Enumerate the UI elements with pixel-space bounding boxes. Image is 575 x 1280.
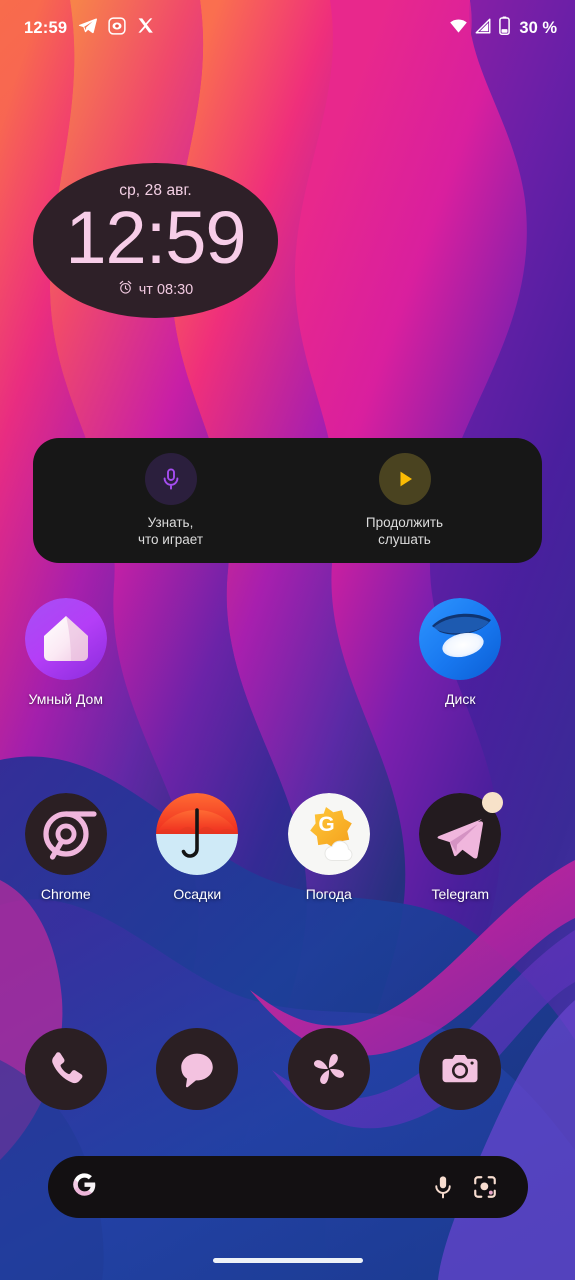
clock-alarm-row[interactable]: чт 08:30 — [118, 280, 194, 299]
now-playing-button[interactable]: Узнать, что играет — [96, 452, 246, 549]
microphone-circle — [144, 452, 197, 505]
clock-time-label: 12:59 — [65, 195, 246, 279]
umbrella-precipitation-icon — [156, 793, 239, 875]
app-label: Диск — [445, 691, 476, 707]
battery-icon — [498, 16, 511, 40]
message-bubble-icon — [181, 1053, 213, 1088]
photos-pinwheel-icon — [313, 1053, 344, 1085]
wifi-icon — [449, 16, 468, 40]
alarm-time-label: чт 08:30 — [138, 281, 194, 298]
dock-item-phone[interactable] — [0, 1028, 132, 1110]
dock-item-camera[interactable] — [395, 1028, 527, 1110]
app-row-spacer — [0, 707, 575, 793]
app-label: Telegram — [431, 886, 490, 902]
clock-widget[interactable]: ср, 28 авг. 12:59 чт 08:30 — [33, 163, 278, 318]
app-label: Осадки — [173, 886, 222, 902]
app-label: Погода — [305, 886, 352, 902]
messenger-chat-notification-icon — [108, 16, 126, 40]
app-item-weather[interactable]: G Погода — [263, 793, 395, 902]
play-circle — [378, 452, 431, 505]
navigation-bar[interactable] — [0, 1240, 575, 1280]
app-grid: Умный Дом Диск Chrome Осадки G Погода Te… — [0, 598, 575, 902]
phone-icon — [51, 1052, 83, 1084]
status-bar[interactable]: 12:59 30 % — [0, 0, 575, 56]
cellular-signal-icon — [474, 17, 492, 40]
dock-item-photos[interactable] — [263, 1028, 395, 1110]
app-label: Умный Дом — [28, 691, 103, 707]
home-screen: 12:59 30 % ср, 28 авг. 12:59 чт 08:30 Уз… — [0, 0, 575, 1280]
google-g-icon — [71, 1171, 98, 1203]
dock — [0, 1028, 575, 1110]
search-input[interactable] — [98, 1156, 422, 1218]
x-twitter-notification-icon — [137, 17, 154, 39]
continue-listening-button[interactable]: Продолжить слушать — [330, 452, 480, 549]
app-label: Chrome — [40, 886, 91, 902]
app-slot-empty-2 — [263, 598, 395, 707]
voice-search-button[interactable] — [422, 1166, 464, 1208]
app-item-telegram[interactable]: Telegram — [395, 792, 527, 902]
app-slot-empty-1 — [132, 598, 264, 707]
google-lens-button[interactable] — [464, 1166, 506, 1208]
svg-text:G: G — [318, 813, 334, 836]
home-gesture-pill[interactable] — [212, 1257, 363, 1263]
google-lens-icon — [474, 1176, 496, 1198]
app-row-2: Chrome Осадки G Погода Telegram — [0, 792, 575, 902]
google-search-bar[interactable] — [48, 1156, 528, 1218]
telegram-notification-badge — [482, 792, 504, 813]
microphone-icon — [435, 1176, 451, 1199]
battery-percent-label: 30 % — [519, 18, 557, 37]
camera-icon — [442, 1055, 478, 1083]
dock-item-messages[interactable] — [132, 1028, 264, 1110]
status-bar-right: 30 % — [449, 16, 557, 40]
alarm-clock-icon — [118, 280, 133, 299]
gismeteo-weather-icon: G — [287, 793, 370, 875]
status-bar-left: 12:59 — [24, 16, 154, 40]
smart-home-icon — [24, 598, 107, 680]
continue-listening-label: Продолжить слушать — [365, 514, 444, 547]
status-bar-clock: 12:59 — [24, 18, 68, 37]
app-item-chrome[interactable]: Chrome — [0, 793, 132, 902]
app-item-smart-home[interactable]: Умный Дом — [0, 598, 132, 707]
app-item-yandex-disk[interactable]: Диск — [395, 598, 527, 707]
now-playing-label: Узнать, что играет — [137, 514, 204, 547]
telegram-notification-icon — [78, 16, 98, 40]
play-icon — [400, 471, 412, 487]
media-widget: Узнать, что играет Продолжить слушать — [33, 438, 542, 563]
chrome-icon — [24, 793, 107, 875]
app-item-precipitation[interactable]: Осадки — [132, 793, 264, 902]
app-row-1: Умный Дом Диск — [0, 598, 575, 707]
yandex-disk-icon — [419, 598, 502, 680]
microphone-icon — [163, 468, 178, 490]
